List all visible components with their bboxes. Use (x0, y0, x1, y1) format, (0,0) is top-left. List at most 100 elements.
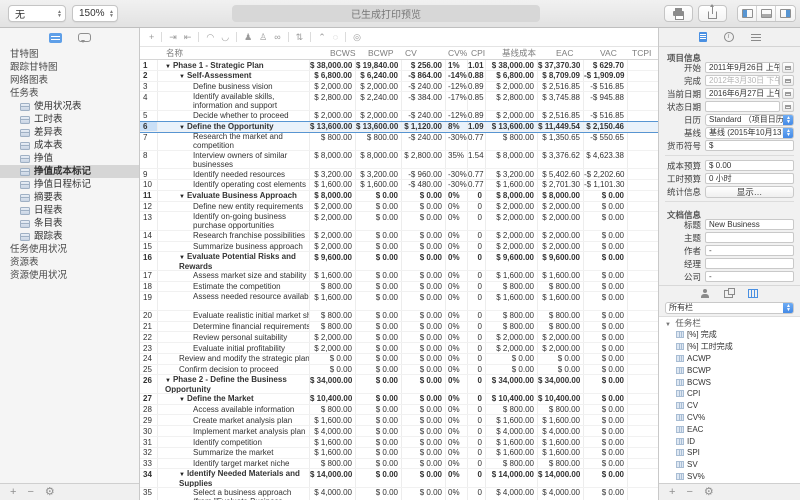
sidebar-item[interactable]: 跟踪表 (0, 230, 139, 243)
assign-resource-icon[interactable]: ♟ (244, 32, 252, 43)
sidebar-item[interactable]: 使用状况表 (0, 100, 139, 113)
text-field[interactable]: New Business (705, 219, 794, 230)
share-button[interactable] (698, 5, 727, 22)
column-header[interactable]: TCPI (628, 47, 658, 59)
task-row-11[interactable]: 11▼Evaluate Business Approach$ 8,000.00$… (140, 191, 658, 202)
toggle-bottom-panel-button[interactable] (757, 6, 776, 21)
zoom-popup[interactable]: 150% ▲▼ (72, 5, 118, 22)
column-group-header[interactable]: ▼ 任务栏 (659, 317, 800, 329)
column-list-item[interactable]: SV% (659, 471, 800, 483)
columns-filter-popup[interactable]: 所有栏 ▲▼ (665, 302, 794, 314)
share-task-icon[interactable]: ⌃ (318, 32, 326, 43)
column-list-item[interactable]: [%] 完成 (659, 329, 800, 341)
task-row-10[interactable]: 10Identify operating cost elements$ 1,60… (140, 180, 658, 191)
task-row-22[interactable]: 22Review personal suitability$ 2,000.00$… (140, 332, 658, 343)
column-list-item[interactable]: ID (659, 435, 800, 447)
task-row-13[interactable]: 13Identify on-going business purchase op… (140, 212, 658, 230)
task-row-30[interactable]: 30Implement market analysis plan$ 4,000.… (140, 426, 658, 437)
search-icon[interactable]: ◌ (333, 32, 338, 42)
calendar-icon[interactable] (782, 62, 794, 73)
column-header[interactable]: BCWP (356, 47, 402, 59)
sidebar-item[interactable]: 条目表 (0, 217, 139, 230)
task-row-15[interactable]: 15Summarize business approach$ 2,000.00$… (140, 242, 658, 253)
show-statistics-button[interactable]: 显示… (705, 186, 794, 198)
text-field[interactable]: - (705, 271, 794, 282)
task-row-3[interactable]: 3Define business vision$ 2,000.00$ 2,000… (140, 82, 658, 93)
task-row-21[interactable]: 21Determine financial requirements$ 800.… (140, 322, 658, 333)
column-header[interactable]: CV (402, 47, 446, 59)
styles-inspector-tab-icon[interactable] (751, 33, 761, 42)
task-row-9[interactable]: 9Identify needed resources$ 3,200.00$ 3,… (140, 169, 658, 180)
column-header[interactable] (140, 47, 158, 59)
sidebar-item[interactable]: 资源表 (0, 256, 139, 269)
column-header[interactable]: VAC (584, 47, 628, 59)
sidebar-item[interactable]: 挣值日程标记 (0, 178, 139, 191)
unassign-resource-icon[interactable]: ♙ (259, 32, 267, 43)
task-row-29[interactable]: 29Create market analysis plan$ 1,600.00$… (140, 415, 658, 426)
indent-task-icon[interactable]: ⇥ (169, 32, 177, 43)
task-row-23[interactable]: 23Evaluate initial profitability$ 2,000.… (140, 343, 658, 354)
column-list-item[interactable]: CV% (659, 412, 800, 424)
outdent-task-icon[interactable]: ⇤ (184, 32, 192, 43)
sidebar-item[interactable]: 工时表 (0, 113, 139, 126)
task-row-33[interactable]: 33Identify target market niche$ 800.00$ … (140, 459, 658, 470)
column-list-item[interactable]: [%] 工时完成 (659, 341, 800, 353)
calendar-icon[interactable] (782, 75, 794, 86)
column-list-item[interactable]: CV (659, 400, 800, 412)
notes-bubble-icon[interactable] (78, 33, 91, 42)
text-field[interactable] (705, 258, 794, 269)
column-list-item[interactable]: SPI (659, 447, 800, 459)
sidebar-item[interactable]: 跟踪甘特图 (0, 61, 139, 74)
print-button[interactable] (664, 5, 693, 22)
settings-icon[interactable]: ◎ (353, 32, 361, 43)
task-row-34[interactable]: 34▼Identify Needed Materials and Supplie… (140, 469, 658, 487)
disclosure-triangle-icon[interactable]: ▼ (179, 74, 185, 80)
remove-view-button[interactable]: − (27, 485, 33, 500)
sidebar-item[interactable]: 摘要表 (0, 191, 139, 204)
document-inspector-tab-icon[interactable] (699, 32, 707, 42)
task-row-8[interactable]: 8Interview owners of similar businesses$… (140, 151, 658, 169)
calendar-icon[interactable] (782, 88, 794, 99)
task-row-19[interactable]: 19Assess needed resource availability$ 1… (140, 292, 658, 310)
remove-column-button[interactable]: − (686, 485, 692, 500)
task-row-32[interactable]: 32Summarize the market$ 1,600.00$ 0.00$ … (140, 448, 658, 459)
view-action-menu[interactable]: ⚙ (45, 485, 55, 500)
task-row-1[interactable]: 1▼Phase 1 - Strategic Plan$ 38,000.00$ 1… (140, 60, 658, 71)
sidebar-item[interactable]: 资源使用状况 (0, 269, 139, 282)
text-field[interactable]: $ (705, 140, 794, 151)
disclosure-triangle-icon[interactable]: ▼ (165, 64, 171, 70)
filter-popup[interactable]: 无 ▲▼ (8, 5, 66, 22)
task-row-7[interactable]: 7Research the market and competition$ 80… (140, 132, 658, 150)
disclosure-triangle-icon[interactable]: ▼ (165, 378, 171, 384)
add-task-icon[interactable]: + (149, 32, 154, 42)
attachments-inspector-icon[interactable] (724, 290, 733, 298)
sidebar-item[interactable]: 任务表 (0, 87, 139, 100)
disclosure-triangle-icon[interactable]: ▼ (179, 125, 185, 131)
task-row-18[interactable]: 18Estimate the competition$ 800.00$ 0.00… (140, 282, 658, 293)
toggle-right-inspector-button[interactable] (776, 6, 795, 21)
task-row-28[interactable]: 28Access available information$ 800.00$ … (140, 405, 658, 416)
add-view-button[interactable]: + (10, 485, 16, 500)
sidebar-item[interactable]: 甘特图 (0, 48, 139, 61)
column-list-item[interactable]: EAC (659, 423, 800, 435)
task-row-24[interactable]: 24Review and modify the strategic plan$ … (140, 354, 658, 365)
sidebar-item[interactable]: 差异表 (0, 126, 139, 139)
column-list-item[interactable]: ACWP (659, 353, 800, 365)
text-field[interactable] (705, 232, 794, 243)
task-row-12[interactable]: 12Define new entity requirements$ 2,000.… (140, 202, 658, 213)
columns-inspector-icon[interactable] (748, 289, 758, 298)
sort-tasks-icon[interactable]: ⇅ (296, 32, 304, 43)
text-field[interactable]: - (705, 245, 794, 256)
column-header[interactable]: CPI (468, 47, 486, 59)
link-tasks-icon[interactable]: ∞ (274, 32, 280, 42)
column-list-item[interactable]: BCWP (659, 364, 800, 376)
text-field[interactable] (705, 101, 780, 112)
task-row-14[interactable]: 14Research franchise possibilities$ 2,00… (140, 231, 658, 242)
text-field[interactable]: 2011年9月26日 上午8:00 (705, 62, 780, 73)
disclosure-triangle-icon[interactable]: ▼ (179, 472, 185, 478)
task-row-4[interactable]: 4Identify available skills, information … (140, 92, 658, 110)
toggle-left-sidebar-button[interactable] (738, 6, 757, 21)
popup-field[interactable]: 基线 (2015年10月13日 下午1…▲▼ (705, 127, 794, 139)
task-row-20[interactable]: 20Evaluate realistic initial market shar… (140, 311, 658, 322)
add-column-button[interactable]: + (669, 485, 675, 500)
